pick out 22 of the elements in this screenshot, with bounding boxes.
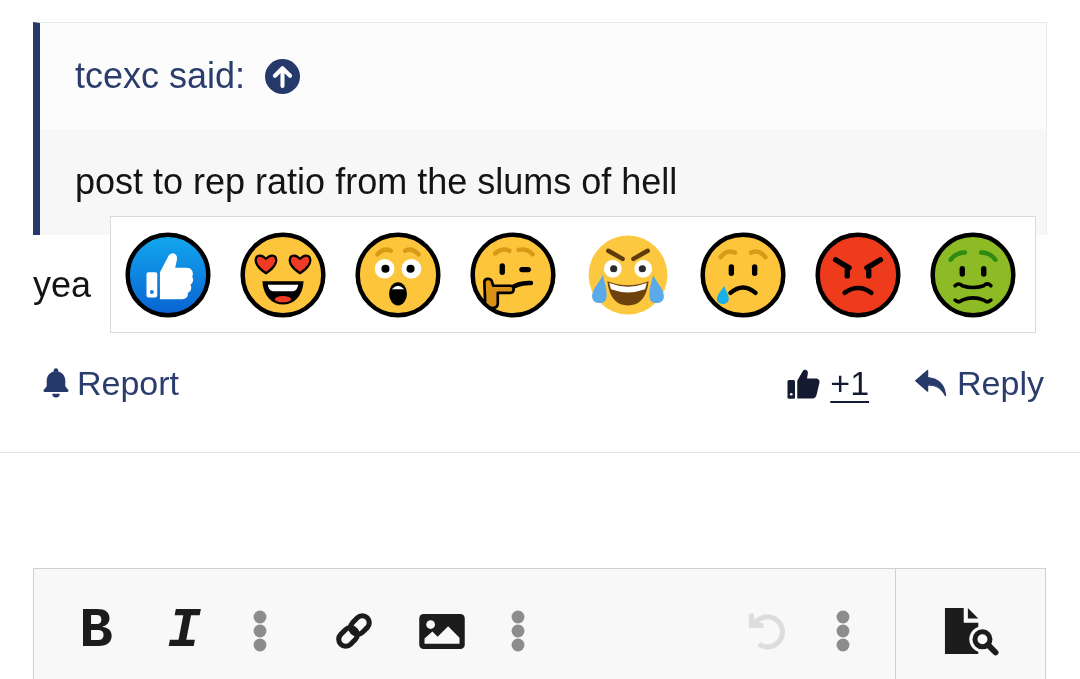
reply-arrow-icon [915, 368, 948, 398]
arrow-up-circle-icon[interactable] [265, 58, 301, 94]
bold-button[interactable]: B [79, 610, 113, 652]
astonished-emoji-icon[interactable] [355, 231, 441, 318]
reply-link[interactable]: Reply [915, 357, 1044, 409]
bell-icon [42, 368, 70, 398]
thumbs-up-emoji-icon[interactable] [125, 231, 211, 318]
more-vertical-icon[interactable] [253, 610, 267, 652]
image-icon[interactable] [419, 613, 465, 649]
heart-eyes-emoji-icon[interactable] [240, 231, 326, 318]
sad-tear-emoji-icon[interactable] [700, 231, 786, 318]
quote-author: tcexc said: [75, 54, 246, 98]
angry-emoji-icon[interactable] [815, 231, 901, 318]
reaction-count-link[interactable]: +1 [830, 357, 870, 409]
report-link[interactable]: Report [42, 357, 180, 409]
thinking-emoji-icon[interactable] [470, 231, 556, 318]
quote-text: post to rep ratio from the slums of hell [75, 160, 678, 204]
more-vertical-icon[interactable] [836, 610, 850, 652]
nauseated-emoji-icon[interactable] [930, 231, 1016, 318]
post-text: yea [33, 263, 92, 307]
more-vertical-icon[interactable] [511, 610, 525, 652]
italic-button[interactable]: I [167, 610, 201, 652]
